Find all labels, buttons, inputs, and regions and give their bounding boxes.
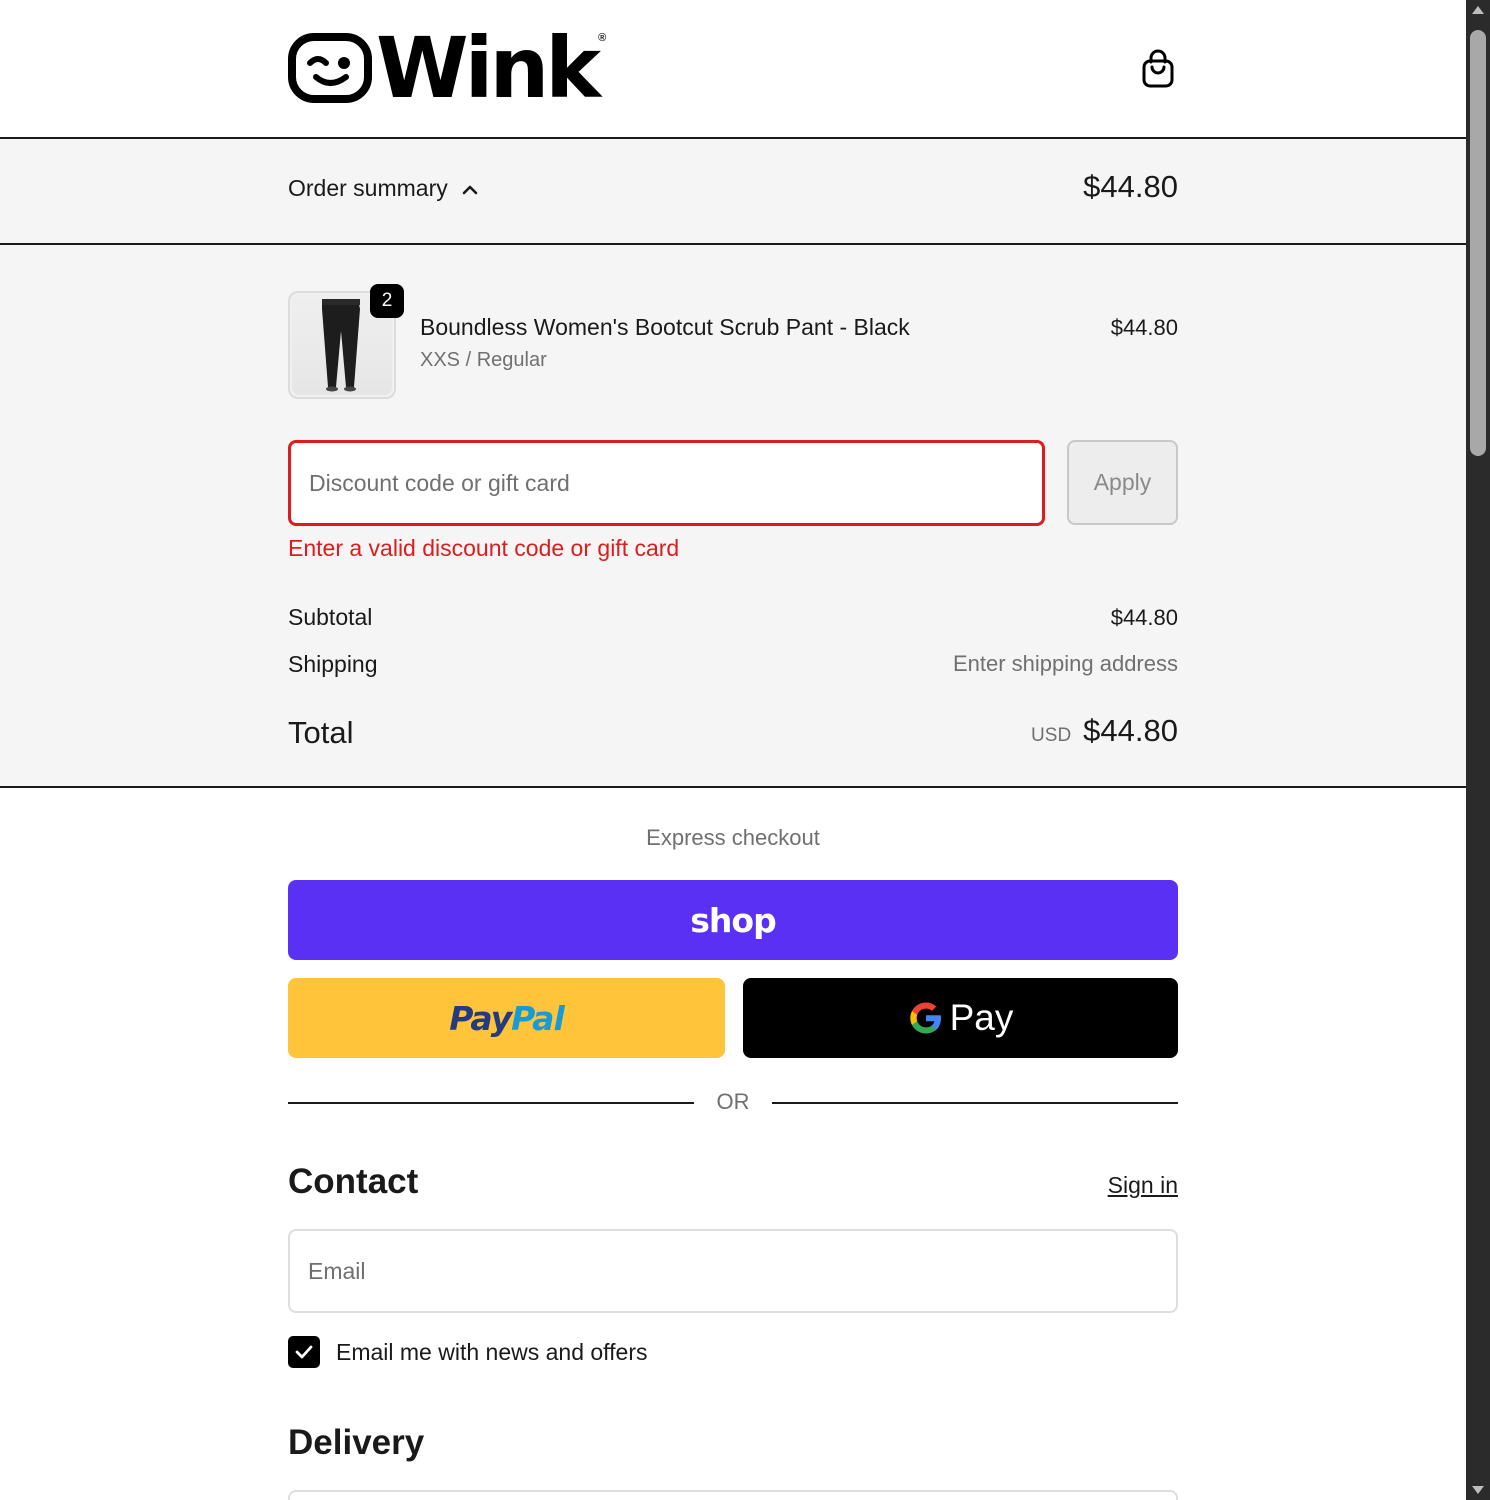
scroll-down-arrow-icon[interactable] [1472,1486,1484,1494]
sign-in-link[interactable]: Sign in [1108,1172,1178,1199]
chevron-up-icon [462,185,478,194]
order-summary-toggle[interactable]: Order summary [288,175,478,202]
shop-pay-button[interactable]: shop [288,880,1178,960]
discount-code-input[interactable] [288,440,1045,526]
shopping-bag-icon [1142,49,1174,88]
wink-face-icon [288,33,372,103]
google-pay-label: Pay [949,997,1014,1038]
contact-heading: Contact [288,1162,419,1201]
divider-line-right [772,1102,1178,1104]
express-checkout-title: Express checkout [646,825,820,850]
shipping-label: Shipping [288,651,378,677]
subtotal-label: Subtotal [288,604,373,630]
delivery-heading: Delivery [288,1423,425,1462]
paypal-pay-text: Pay [449,998,512,1038]
total-amount: $44.80 [1083,713,1178,748]
shop-pay-label: shop [690,900,776,940]
total-currency: USD [1031,725,1072,746]
brand-name: Wink [376,19,601,117]
newsletter-checkbox[interactable] [288,1336,320,1368]
product-variant: XXS / Regular [420,349,547,371]
order-summary-price: $44.80 [1083,169,1178,204]
order-summary-label: Order summary [288,175,448,201]
vertical-scrollbar[interactable] [1466,0,1490,1500]
scrollbar-thumb[interactable] [1470,30,1486,456]
delivery-country-field[interactable] [288,1490,1178,1500]
scroll-up-arrow-icon[interactable] [1472,6,1484,14]
brand-logo[interactable]: Wink ® [288,19,607,117]
checkout-page: Wink ® Order summary $44.80 Boundless Wo… [0,0,1466,1500]
subtotal-value: $44.80 [1110,605,1178,630]
cart-button[interactable] [1138,48,1178,90]
header: Wink ® [0,0,1466,139]
product-name: Boundless Women's Bootcut Scrub Pant - B… [420,314,910,340]
google-g-icon [909,1002,941,1034]
apply-discount-button[interactable]: Apply [1067,440,1178,525]
or-divider: OR [288,1088,1178,1118]
order-summary-bar: Order summary $44.80 [0,139,1466,245]
discount-error-message: Enter a valid discount code or gift card [288,535,680,561]
quantity-badge: 2 [370,284,404,318]
email-field[interactable] [288,1229,1178,1313]
newsletter-label: Email me with news and offers [336,1338,648,1365]
checkmark-icon [295,1345,313,1359]
order-summary-panel: Boundless Women's Bootcut Scrub Pant - B… [0,245,1466,788]
registered-mark: ® [598,32,607,44]
product-price: $44.80 [1110,315,1178,340]
total-value: USD $44.80 [1031,713,1178,749]
paypal-pal-text: Pal [511,998,565,1038]
paypal-button[interactable]: Pay Pal [288,978,725,1058]
newsletter-opt-in[interactable]: Email me with news and offers [288,1336,648,1368]
shipping-value: Enter shipping address [952,651,1178,676]
total-label: Total [288,715,354,750]
google-pay-button[interactable]: Pay [743,978,1178,1058]
